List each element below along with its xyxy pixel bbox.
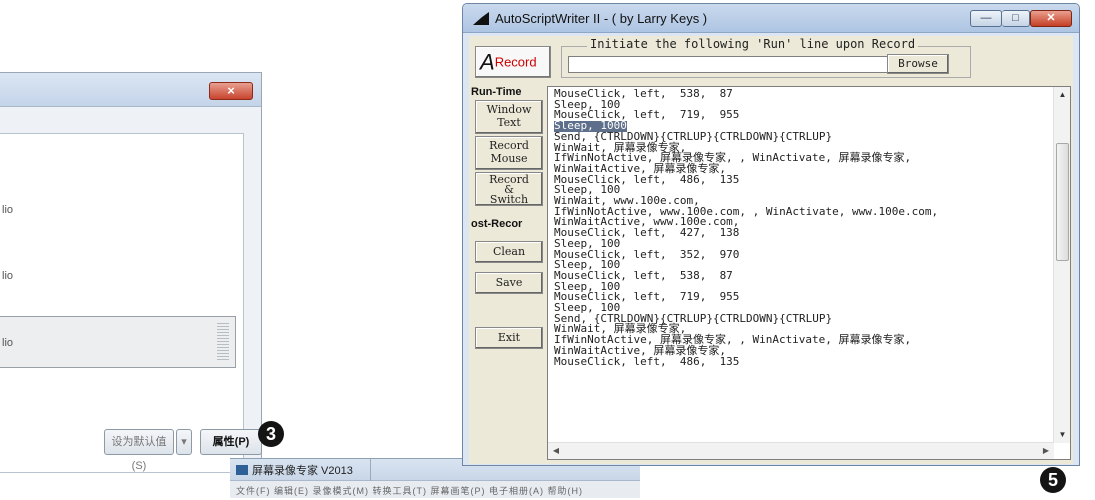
recorder-app-icon xyxy=(236,464,248,475)
script-line[interactable]: MouseClick, left, 352, 970 xyxy=(554,249,1054,261)
clean-button[interactable]: Clean xyxy=(475,241,543,263)
device-item-selected[interactable]: lio xyxy=(0,316,236,368)
set-default-button[interactable]: 设为默认值(S) xyxy=(104,429,174,472)
record-mouse-button[interactable]: Record Mouse xyxy=(475,136,543,170)
scroll-left-arrow-icon[interactable]: ◀ xyxy=(548,443,564,459)
device-level-meter xyxy=(217,323,229,361)
app-icon xyxy=(473,12,489,25)
record-button-label: Record xyxy=(494,54,537,70)
record-button[interactable]: ARecord xyxy=(475,46,551,78)
script-line-text: MouseClick, left, 486, 135 xyxy=(554,354,740,368)
set-default-dropdown[interactable]: ▾ xyxy=(176,429,192,455)
autoscriptwriter-window: AutoScriptWriter II - ( by Larry Keys ) … xyxy=(462,3,1080,466)
titlebar-divider xyxy=(370,459,371,481)
window-client-area: ARecord Initiate the following 'Run' lin… xyxy=(469,36,1073,464)
scroll-down-arrow-icon[interactable]: ▼ xyxy=(1054,427,1071,443)
script-line[interactable]: MouseClick, left, 538, 87 xyxy=(554,88,1054,100)
run-line-input[interactable] xyxy=(568,56,888,73)
close-button[interactable]: ✕ xyxy=(1030,10,1072,27)
run-time-heading: Run-Time xyxy=(471,86,522,98)
recorder-title: 屏幕录像专家 V2013 xyxy=(252,464,353,477)
script-line[interactable]: MouseClick, left, 719, 955 xyxy=(554,109,1054,121)
vertical-scroll-thumb[interactable] xyxy=(1056,143,1069,261)
script-editor[interactable]: MouseClick, left, 538, 87 Sleep, 100 Mouse… xyxy=(547,86,1071,460)
device-label: lio xyxy=(2,337,14,349)
device-item[interactable]: lio xyxy=(0,184,236,236)
browse-button[interactable]: Browse xyxy=(887,54,949,74)
window-title: AutoScriptWriter II - ( by Larry Keys ) xyxy=(495,11,708,26)
properties-button[interactable]: 属性(P) xyxy=(200,429,262,455)
script-line[interactable]: MouseClick, left, 719, 955 xyxy=(554,291,1054,303)
script-line[interactable]: MouseClick, left, 427, 138 xyxy=(554,227,1054,239)
script-line[interactable]: MouseClick, left, 486, 135 xyxy=(554,354,1054,368)
vertical-scrollbar[interactable]: ▲ ▼ xyxy=(1053,87,1070,443)
device-label: lio xyxy=(2,204,14,216)
maximize-button[interactable]: □ xyxy=(1002,10,1030,27)
script-lines[interactable]: MouseClick, left, 538, 87 Sleep, 100 Mouse… xyxy=(548,87,1054,443)
post-record-heading: ost-Recor xyxy=(471,218,523,230)
recorder-menubar[interactable]: 文件(F) 编辑(E) 录像模式(M) 转换工具(T) 屏幕画笔(P) 电子相册… xyxy=(230,481,640,500)
exit-button[interactable]: Exit xyxy=(475,327,543,349)
dialog-titlebar: × xyxy=(0,73,261,107)
dialog-close-button[interactable]: × xyxy=(209,82,253,100)
window-text-button[interactable]: Window Text xyxy=(475,100,543,134)
run-line-caption: Initiate the following 'Run' line upon R… xyxy=(587,37,919,51)
step-badge-3: 3 xyxy=(258,421,284,447)
sound-settings-dialog: × lio lio lio 设为默认值(S) ▾ 属性(P) xyxy=(0,72,262,473)
window-titlebar: AutoScriptWriter II - ( by Larry Keys ) … xyxy=(463,4,1079,33)
scroll-right-arrow-icon[interactable]: ▶ xyxy=(1038,443,1054,459)
device-list: lio lio lio xyxy=(0,133,244,473)
record-switch-button[interactable]: Record & Switch xyxy=(475,172,543,206)
script-line[interactable]: MouseClick, left, 538, 87 xyxy=(554,270,1054,282)
step-badge-5: 5 xyxy=(1040,467,1066,493)
scroll-up-arrow-icon[interactable]: ▲ xyxy=(1054,87,1071,103)
save-button[interactable]: Save xyxy=(475,272,543,294)
device-label: lio xyxy=(2,270,14,282)
script-line[interactable]: MouseClick, left, 486, 135 xyxy=(554,174,1054,186)
record-button-prefix: A xyxy=(480,49,495,75)
device-item[interactable]: lio xyxy=(0,250,236,302)
minimize-button[interactable]: — xyxy=(970,10,1002,27)
horizontal-scrollbar[interactable]: ◀ ▶ xyxy=(548,442,1054,459)
